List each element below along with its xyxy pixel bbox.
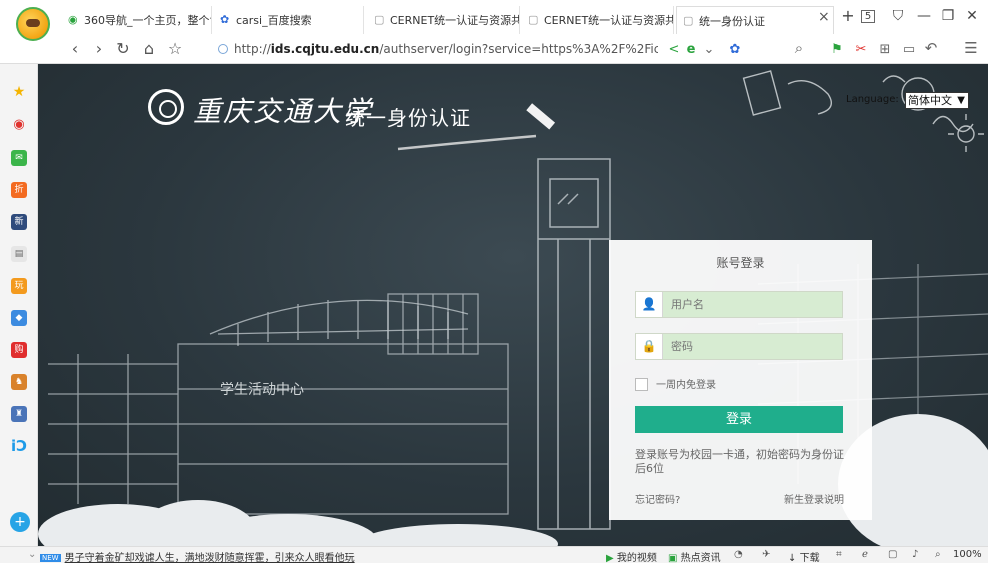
forward-button[interactable]: › bbox=[88, 39, 110, 58]
favorite-button[interactable]: ☆ bbox=[164, 39, 186, 58]
download-icon: ↓ bbox=[788, 553, 797, 563]
skin-button[interactable]: ⛉ bbox=[888, 8, 908, 24]
login-hint: 登录账号为校园一卡通，初始密码为身份证后6位 bbox=[635, 448, 844, 475]
hot-news-button[interactable]: ▣ 热点资讯 bbox=[668, 549, 721, 563]
navigation-bar: ‹ › ↻ ⌂ ☆ http://ids.cqjtu.edu.cn/authse… bbox=[0, 34, 988, 64]
zoom-icon[interactable]: ⌕ bbox=[935, 549, 941, 560]
tab-unified-auth[interactable]: ▢ 统一身份认证 bbox=[676, 6, 834, 34]
forgot-password-link[interactable]: 忘记密码? bbox=[635, 491, 680, 506]
restore-button[interactable]: ❐ bbox=[938, 8, 958, 24]
search-engine-icon[interactable]: ✿ bbox=[726, 42, 744, 57]
login-page: 学生活动中心 重庆交通大学 统一身份认证 Language: 简体中文 ▼ 账号… bbox=[38, 64, 988, 546]
status-bar: ⌄ NEW 男子守着金矿却戏谑人生，满地泼财随意挥霍，引来众人眼看他玩 ▶ 我的视… bbox=[0, 546, 988, 563]
home-button[interactable]: ⌂ bbox=[138, 39, 160, 58]
user-icon: 👤 bbox=[636, 292, 663, 317]
360-nav-icon: ◉ bbox=[68, 13, 78, 26]
speedup-icon[interactable]: ◔ bbox=[734, 549, 743, 560]
login-panel: 账号登录 👤 🔒 一周内免登录 登录 登录账号为校园一卡通，初始密码为身份证后6… bbox=[609, 240, 872, 520]
window-icon[interactable]: ▢ bbox=[888, 549, 897, 560]
new-student-login-link[interactable]: 新生登录说明 bbox=[784, 491, 844, 506]
language-label: Language: bbox=[846, 94, 899, 105]
my-video-button[interactable]: ▶ 我的视频 bbox=[606, 549, 657, 563]
search-icon[interactable]: ⌕ bbox=[790, 39, 808, 57]
news-icon: ▣ bbox=[668, 553, 678, 563]
username-input[interactable] bbox=[663, 292, 842, 317]
rpg-game-icon[interactable]: ♞ bbox=[11, 374, 27, 390]
tab-cernet-2[interactable]: ▢ CERNET统一认证与资源共 bbox=[522, 6, 674, 34]
game-icon[interactable]: 玩 bbox=[11, 278, 27, 294]
username-field: 👤 bbox=[635, 291, 843, 318]
tab-cernet-1[interactable]: ▢ CERNET统一认证与资源共 bbox=[368, 6, 520, 34]
tab-360-nav[interactable]: ◉ 360导航_一个主页，整个世 bbox=[62, 6, 212, 34]
password-field: 🔒 bbox=[635, 333, 843, 360]
apps-grid-icon[interactable]: ⊞ bbox=[876, 42, 894, 57]
baidu-paw-icon: ✿ bbox=[220, 13, 230, 26]
ai-assistant-icon[interactable]: iƆ bbox=[11, 438, 27, 454]
minimize-button[interactable]: — bbox=[914, 8, 934, 24]
system-title: 统一身份认证 bbox=[345, 106, 471, 130]
download-button[interactable]: ↓ 下载 bbox=[788, 549, 820, 563]
university-seal-icon bbox=[148, 89, 184, 125]
globe-icon bbox=[218, 44, 228, 54]
volume-icon[interactable]: ♪ bbox=[912, 549, 918, 560]
language-select[interactable]: 简体中文 ▼ bbox=[905, 92, 969, 109]
address-bar[interactable]: http://ids.cqjtu.edu.cn/authserver/login… bbox=[218, 39, 658, 59]
tab-baidu-search[interactable]: ✿ carsi_百度搜索 bbox=[214, 6, 364, 34]
chevron-down-icon: ▼ bbox=[957, 95, 965, 106]
mail-icon[interactable]: ✉ bbox=[11, 150, 27, 166]
page-icon: ▢ bbox=[683, 14, 694, 27]
chevron-down-icon[interactable]: ⌄ bbox=[28, 549, 36, 560]
favorites-star-icon[interactable]: ★ bbox=[11, 84, 27, 100]
tabs-list-button[interactable]: 5 bbox=[861, 10, 875, 23]
play-icon: ▶ bbox=[606, 553, 614, 563]
browser-logo-icon[interactable] bbox=[16, 7, 50, 41]
shopping-icon[interactable]: 折 bbox=[11, 182, 27, 198]
news-ticker[interactable]: NEW 男子守着金矿却戏谑人生，满地泼财随意挥霍，引来众人眼看他玩 bbox=[40, 549, 355, 563]
page-icon: ▢ bbox=[528, 13, 539, 26]
video-game-icon[interactable]: ◆ bbox=[11, 310, 27, 326]
undo-button[interactable]: ↶ bbox=[922, 39, 940, 57]
zoom-level[interactable]: 100% bbox=[953, 549, 982, 560]
remember-checkbox[interactable] bbox=[635, 378, 648, 391]
remember-me[interactable]: 一周内免登录 bbox=[635, 376, 716, 391]
login-title: 账号登录 bbox=[716, 256, 765, 270]
notes-icon[interactable]: ▤ bbox=[11, 246, 27, 262]
scissors-icon[interactable]: ✂ bbox=[852, 42, 870, 57]
new-badge: NEW bbox=[40, 554, 61, 562]
browser-sidebar: ★ ◉ ✉ 折 新 ▤ 玩 ◆ 购 ♞ ♜ iƆ + bbox=[0, 64, 38, 549]
browser-mode-icon[interactable]: e bbox=[682, 42, 700, 57]
chevron-down-icon[interactable]: ⌄ bbox=[700, 42, 718, 57]
login-button[interactable]: 登录 bbox=[635, 406, 843, 433]
menu-button[interactable]: ☰ bbox=[962, 39, 980, 57]
share-icon[interactable]: < bbox=[665, 42, 683, 57]
add-app-icon[interactable]: + bbox=[10, 512, 30, 532]
pin-icon[interactable]: ✈ bbox=[762, 549, 770, 560]
cast-icon[interactable]: ▭ bbox=[900, 42, 918, 57]
refresh-button[interactable]: ↻ bbox=[112, 39, 134, 58]
tab-bar: ◉ 360导航_一个主页，整个世 ✿ carsi_百度搜索 ▢ CERNET统一… bbox=[0, 0, 988, 41]
ie-icon[interactable]: ℯ bbox=[862, 549, 868, 560]
close-window-button[interactable]: ✕ bbox=[962, 8, 982, 24]
page-icon: ▢ bbox=[374, 13, 385, 26]
weibo-icon[interactable]: ◉ bbox=[11, 117, 27, 133]
password-input[interactable] bbox=[663, 334, 842, 359]
building-label: 学生活动中心 bbox=[220, 382, 304, 398]
shop-icon[interactable]: 购 bbox=[11, 342, 27, 358]
translate-icon[interactable]: ⌗ bbox=[836, 549, 842, 560]
castle-game-icon[interactable]: ♜ bbox=[11, 406, 27, 422]
flag-icon[interactable]: ⚑ bbox=[828, 42, 846, 57]
lock-icon: 🔒 bbox=[636, 334, 663, 359]
close-tab-button[interactable]: × bbox=[818, 9, 830, 25]
news-icon[interactable]: 新 bbox=[11, 214, 27, 230]
new-tab-button[interactable]: + bbox=[838, 6, 858, 25]
back-button[interactable]: ‹ bbox=[64, 39, 86, 58]
